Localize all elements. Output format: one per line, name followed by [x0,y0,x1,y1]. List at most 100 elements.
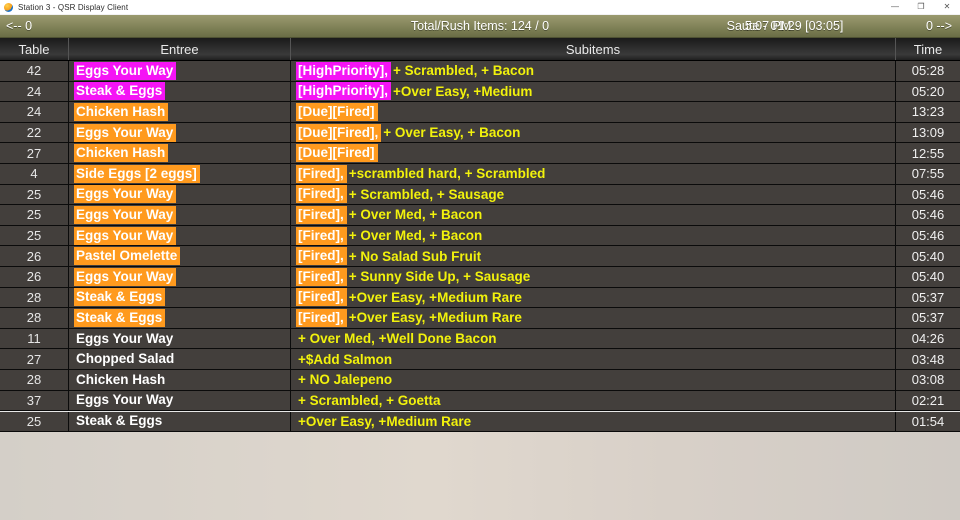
cell-entree: Steak & Eggs [68,412,290,431]
column-header-subitems: Subitems [290,38,895,60]
subitem-group: [Fired], + No Salad Sub Fruit [296,247,482,266]
status-badge: [Fired], [296,288,347,307]
subitem-label: + NO Jalepeno [298,372,393,388]
entree-label: Eggs Your Way [74,205,177,224]
entree-label: Chicken Hash [74,102,169,121]
table-row[interactable]: 25 Eggs Your Way [Fired], + Over Med, + Bac… [0,205,960,226]
cell-entree: Steak & Eggs [68,287,290,308]
table-row[interactable]: 11 Eggs Your Way + Over Med, +Well Done Ba… [0,328,960,350]
table-row[interactable]: 37 Eggs Your Way + Scrambled, + Goetta 02:2… [0,390,960,412]
maximize-icon[interactable]: ❐ [908,0,934,14]
subitem-group: +Over Easy, +Medium Rare [296,414,471,429]
cell-entree: Eggs Your Way [68,205,290,225]
cell-subitems: + NO Jalepeno [290,369,895,390]
status-badge: [Due][Fired] [296,144,378,163]
cell-table-number: 27 [26,351,42,367]
table-row[interactable]: 28 Steak & Eggs [Fired], +Over Easy, +Mediu… [0,287,960,309]
cell-elapsed-time: 13:23 [895,102,960,122]
subitem-label: + No Salad Sub Fruit [348,248,482,264]
subitem-label: + Sunny Side Up, + Sausage [348,269,531,285]
table-row[interactable]: 25 Eggs Your Way [Fired], + Scrambled, + Sa… [0,184,960,206]
clock: 5:07 PM [744,19,792,33]
table-row[interactable]: 24 Chicken Hash [Due][Fired] 13:23 [0,102,960,123]
table-row[interactable]: 42 Eggs Your Way [HighPriority], + Scramble… [0,61,960,82]
cell-entree: Steak & Eggs [68,81,290,102]
window-controls: — ❐ ✕ [882,0,960,14]
status-badge: [HighPriority], [296,61,391,80]
cell-elapsed-time: 03:08 [895,369,960,390]
subitem-group: +$Add Salmon [296,352,392,367]
table-row[interactable]: 4 Side Eggs [2 eggs] [Fired], +scrambled ha… [0,163,960,185]
entree-label: Eggs Your Way [76,392,174,408]
subitem-group: [Fired], +scrambled hard, + Scrambled [296,164,545,183]
subitem-label: + Over Med, + Bacon [348,228,483,244]
cell-subitems: [HighPriority], +Over Easy, +Medium [290,81,895,102]
cell-subitems: [Fired], + No Salad Sub Fruit [290,246,895,266]
close-icon[interactable]: ✕ [934,0,960,14]
cell-elapsed-time: 04:26 [895,328,960,349]
subitem-label: + Over Med, + Bacon [348,207,483,223]
cell-elapsed-time: 05:37 [895,308,960,328]
table-row[interactable]: 25 Steak & Eggs +Over Easy, +Medium Rare 01… [0,411,960,432]
subitem-group: [Due][Fired] [296,102,378,121]
entree-label: Chicken Hash [74,144,169,163]
cell-subitems: [Fired], +scrambled hard, + Scrambled [290,163,895,184]
table-row[interactable]: 26 Eggs Your Way [Fired], + Sunny Side Up, … [0,266,960,288]
cell-elapsed-time: 05:46 [895,184,960,205]
cell-table-number: 28 [26,372,42,388]
cell-elapsed-time: 05:28 [895,61,960,81]
status-badge: [Fired], [296,308,347,327]
subitem-group: + NO Jalepeno [296,372,392,387]
column-header-table: Table [18,41,50,57]
cell-elapsed-time: 05:37 [895,287,960,308]
cell-entree: Steak & Eggs [68,308,290,328]
entree-label: Steak & Eggs [74,288,166,307]
table-row[interactable]: 25 Eggs Your Way [Fired], + Over Med, + Bac… [0,225,960,247]
cell-elapsed-time: 12:55 [895,143,960,163]
cell-entree: Eggs Your Way [68,266,290,287]
cell-entree: Chicken Hash [68,102,290,122]
table-row[interactable]: 24 Steak & Eggs [HighPriority], +Over Easy,… [0,81,960,103]
cell-subitems: [Fired], + Sunny Side Up, + Sausage [290,266,895,287]
cell-entree: Eggs Your Way [68,184,290,205]
table-row[interactable]: 28 Steak & Eggs [Fired], +Over Easy, +Mediu… [0,308,960,329]
cell-entree: Side Eggs [2 eggs] [68,163,290,184]
minimize-icon[interactable]: — [882,0,908,14]
status-badge: [Fired], [296,185,347,204]
grid-header-row: Table Entree Subitems Time [0,38,960,61]
cell-subitems: [Due][Fired] [290,143,895,163]
cell-entree: Chopped Salad [68,349,290,369]
subitem-group: [Fired], + Sunny Side Up, + Sausage [296,267,531,286]
entree-label: Steak & Eggs [74,308,166,327]
column-header-time: Time [895,38,960,60]
cell-table-number: 26 [26,269,42,285]
cell-table-number: 26 [26,248,42,264]
table-row[interactable]: 22 Eggs Your Way [Due][Fired], + Over Easy,… [0,122,960,144]
subitem-group: [HighPriority], + Scrambled, + Bacon [296,61,534,80]
subitem-group: [Fired], +Over Easy, +Medium Rare [296,288,522,307]
cell-elapsed-time: 05:46 [895,225,960,246]
table-row[interactable]: 28 Chicken Hash + NO Jalepeno 03:08 [0,369,960,391]
subitem-label: +Over Easy, +Medium Rare [298,413,472,429]
cell-elapsed-time: 01:54 [895,412,960,431]
subitem-label: +Over Easy, +Medium Rare [348,310,522,326]
status-badge: [Fired], [296,247,347,266]
cell-table-number: 24 [26,83,42,99]
cell-table-number: 28 [26,310,42,326]
entree-label: Eggs Your Way [74,61,177,80]
table-row[interactable]: 26 Pastel Omelette [Fired], + No Salad Sub … [0,246,960,267]
status-badge: [Fired], [296,164,347,183]
entree-label: Eggs Your Way [74,185,177,204]
app-globe-icon [4,2,13,12]
table-row[interactable]: 27 Chopped Salad +$Add Salmon 03:48 [0,349,960,370]
cell-entree: Chicken Hash [68,143,290,163]
entree-label: Eggs Your Way [76,330,174,346]
status-badge: [HighPriority], [296,82,391,101]
table-row[interactable]: 27 Chicken Hash [Due][Fired] 12:55 [0,143,960,164]
cell-table-number: 37 [26,392,42,408]
next-page-button[interactable]: 0 --> [926,15,952,37]
subitem-label: + Over Med, +Well Done Bacon [298,331,497,347]
status-bar: <-- 0 Total/Rush Items: 124 / 0 Saute - … [0,15,960,38]
column-header-entree: Entree [68,38,290,60]
subitem-group: [Due][Fired] [296,144,378,163]
